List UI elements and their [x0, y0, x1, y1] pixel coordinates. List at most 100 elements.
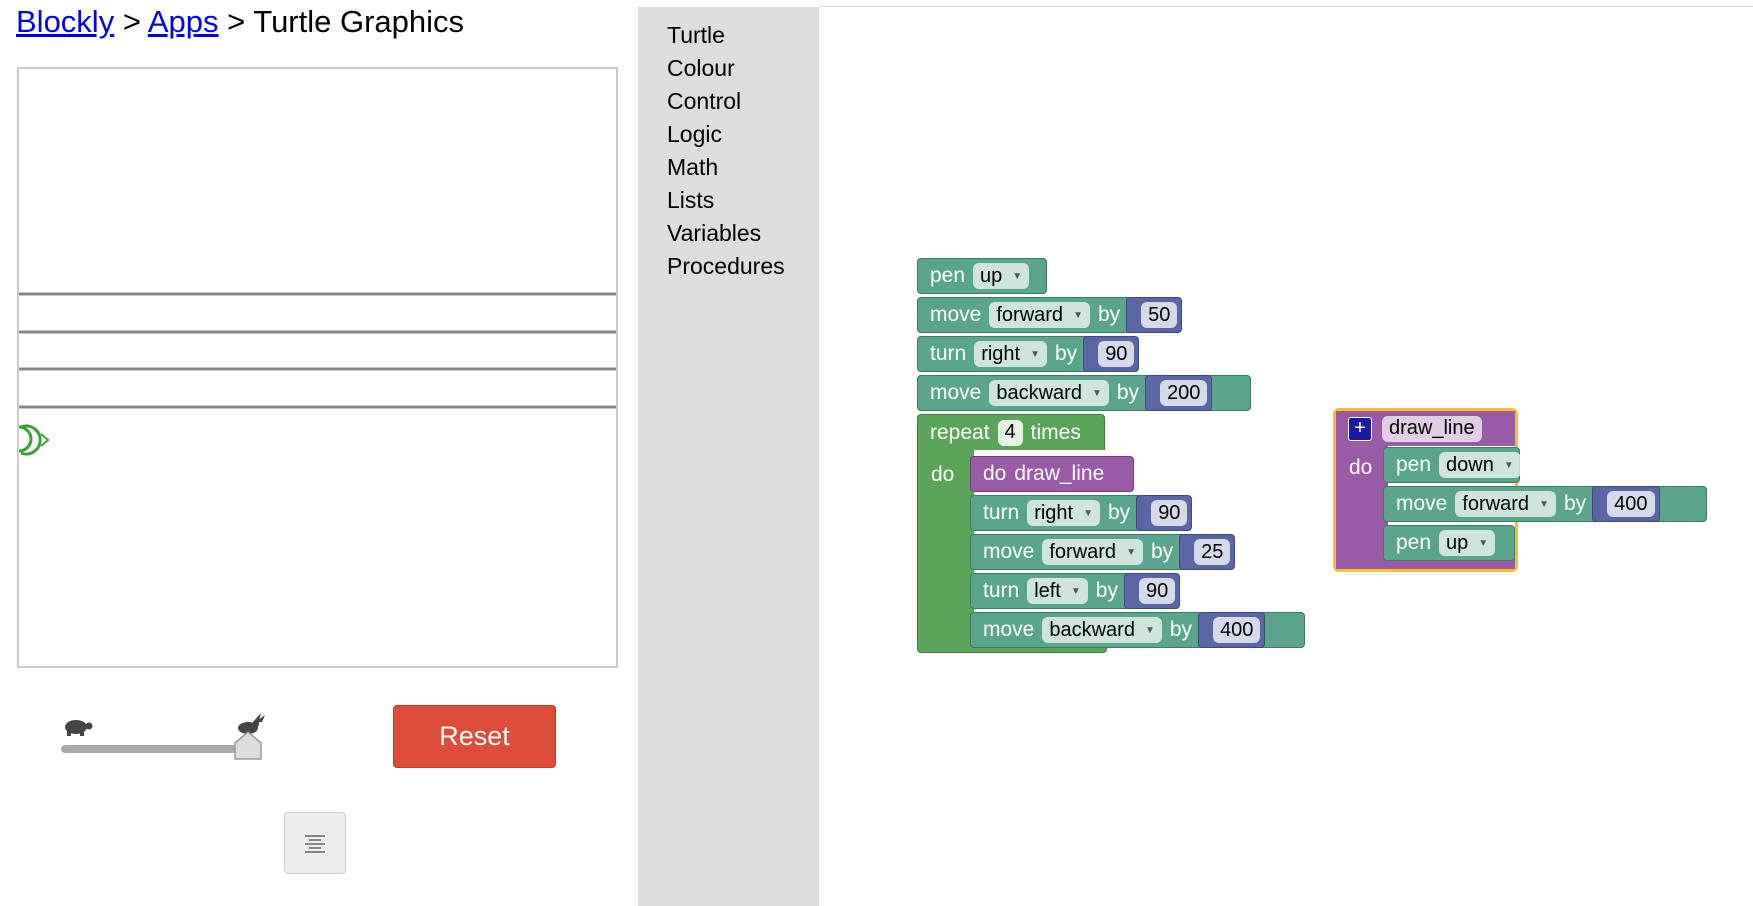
move-block[interactable]: move backward ▼ by 400: [970, 612, 1305, 648]
move-block[interactable]: move forward ▼ by 400: [1383, 486, 1707, 522]
direction-dropdown[interactable]: backward ▼: [989, 380, 1109, 406]
number-block[interactable]: 25: [1179, 534, 1236, 570]
turn-dropdown[interactable]: right ▼: [1027, 500, 1100, 526]
number-block[interactable]: 50: [1126, 297, 1183, 333]
blockly-link[interactable]: Blockly: [16, 4, 114, 39]
number-field[interactable]: 400: [1607, 491, 1655, 517]
move-block[interactable]: move forward ▼ by 50: [917, 297, 1183, 333]
number-block[interactable]: 400: [1198, 612, 1266, 648]
turn-dropdown[interactable]: left ▼: [1027, 578, 1088, 604]
block-label: turn: [983, 501, 1020, 524]
direction-dropdown[interactable]: forward ▼: [1455, 491, 1556, 517]
page-title: Turtle Graphics: [253, 4, 465, 39]
number-field[interactable]: 90: [1138, 578, 1176, 604]
number-field[interactable]: 90: [1098, 341, 1135, 367]
pen-block[interactable]: pen up ▼: [1383, 525, 1515, 561]
block-label: by: [1108, 501, 1131, 524]
block-label: pen: [1396, 453, 1432, 476]
number-block[interactable]: 90: [1083, 336, 1140, 372]
text-lines-icon: [305, 835, 325, 853]
pen-dropdown[interactable]: down ▼: [1439, 452, 1521, 478]
dropdown-arrow-icon: ▼: [1012, 270, 1023, 282]
block-label: by: [1097, 303, 1121, 326]
turtle-canvas: [17, 67, 618, 668]
reset-button[interactable]: Reset: [393, 705, 556, 768]
dropdown-arrow-icon: ▼: [1144, 624, 1155, 636]
drawing-surface: [19, 292, 616, 456]
breadcrumb-separator: >: [218, 4, 254, 39]
block-label: do: [931, 463, 955, 486]
turtle-icon: [19, 424, 50, 456]
block-label: pen: [930, 264, 966, 287]
procedure-body-arm: do: [1336, 446, 1388, 552]
dropdown-arrow-icon: ▼: [1073, 309, 1083, 321]
dropdown-arrow-icon: ▼: [1478, 537, 1489, 549]
pen-dropdown[interactable]: up ▼: [973, 263, 1030, 289]
number-field[interactable]: 50: [1141, 302, 1178, 328]
apps-link[interactable]: Apps: [148, 4, 219, 39]
turn-block[interactable]: turn right ▼ by 90: [917, 336, 1140, 372]
block-label: by: [1169, 618, 1193, 641]
dropdown-arrow-icon: ▼: [1070, 585, 1081, 597]
block-label: move: [930, 303, 982, 326]
category-turtle[interactable]: Turtle: [667, 22, 725, 49]
category-variables[interactable]: Variables: [667, 220, 761, 247]
number-block[interactable]: 400: [1592, 486, 1660, 522]
block-label: move: [930, 381, 982, 404]
toolbox: Turtle Colour Control Logic Math Lists V…: [638, 7, 819, 906]
block-label: by: [1563, 492, 1587, 515]
number-field[interactable]: 400: [1213, 617, 1261, 643]
turn-block[interactable]: turn right ▼ by 90: [970, 495, 1193, 531]
blocks-workspace[interactable]: pen up ▼ move forward ▼ by 50 turn right ▼ …: [819, 7, 1753, 906]
slow-turtle-icon: [65, 720, 93, 736]
dropdown-arrow-icon: ▼: [1126, 546, 1136, 558]
direction-dropdown[interactable]: forward ▼: [989, 302, 1090, 328]
move-block[interactable]: move forward ▼ by 25: [970, 534, 1236, 570]
slider-track[interactable]: [61, 745, 261, 753]
show-code-button[interactable]: [284, 812, 346, 874]
procedure-name-field[interactable]: draw_line: [1382, 415, 1482, 442]
direction-dropdown[interactable]: forward ▼: [1042, 539, 1143, 565]
block-label: move: [983, 618, 1035, 641]
block-label: move: [1396, 492, 1448, 515]
number-block[interactable]: 200: [1145, 375, 1213, 411]
category-colour[interactable]: Colour: [667, 55, 735, 82]
pen-dropdown[interactable]: up ▼: [1439, 530, 1496, 556]
breadcrumb: Blockly > Apps > Turtle Graphics: [16, 4, 464, 40]
block-label: by: [1116, 381, 1140, 404]
category-logic[interactable]: Logic: [667, 121, 722, 148]
turn-block[interactable]: turn left ▼ by 90: [970, 573, 1181, 609]
direction-dropdown[interactable]: backward ▼: [1042, 617, 1162, 643]
number-field[interactable]: 90: [1151, 500, 1188, 526]
block-label: turn: [983, 579, 1020, 602]
dropdown-arrow-icon: ▼: [1091, 387, 1102, 399]
turn-dropdown[interactable]: right ▼: [974, 341, 1047, 367]
dropdown-arrow-icon: ▼: [1539, 498, 1549, 510]
category-procedures[interactable]: Procedures: [667, 253, 785, 280]
pen-block[interactable]: pen up ▼: [917, 258, 1047, 294]
category-math[interactable]: Math: [667, 154, 718, 181]
plus-icon[interactable]: +: [1348, 416, 1372, 441]
dropdown-arrow-icon: ▼: [1503, 459, 1514, 471]
repeat-body-arm: do: [917, 449, 974, 632]
number-field[interactable]: 25: [1194, 539, 1231, 565]
fast-rabbit-icon: [238, 713, 265, 734]
number-block[interactable]: 90: [1136, 495, 1193, 531]
pen-block[interactable]: pen down ▼: [1383, 447, 1521, 483]
repeat-header: repeat 4 times: [917, 414, 1105, 450]
block-label: by: [1095, 579, 1118, 602]
block-label: times: [1030, 420, 1081, 444]
number-field[interactable]: 200: [1160, 380, 1208, 406]
procedure-header: + draw_line: [1336, 411, 1515, 446]
number-block[interactable]: 90: [1123, 573, 1181, 609]
move-block[interactable]: move backward ▼ by 200: [917, 375, 1251, 411]
slider-knob[interactable]: [234, 731, 262, 760]
category-control[interactable]: Control: [667, 88, 741, 115]
block-label: repeat: [930, 420, 990, 444]
block-label: pen: [1396, 531, 1432, 554]
speed-slider[interactable]: [58, 712, 268, 762]
call-draw-line-block[interactable]: do draw_line: [970, 456, 1134, 492]
procedure-name: draw_line: [1014, 462, 1105, 485]
repeat-count-field[interactable]: 4: [997, 419, 1023, 446]
category-lists[interactable]: Lists: [667, 187, 714, 214]
